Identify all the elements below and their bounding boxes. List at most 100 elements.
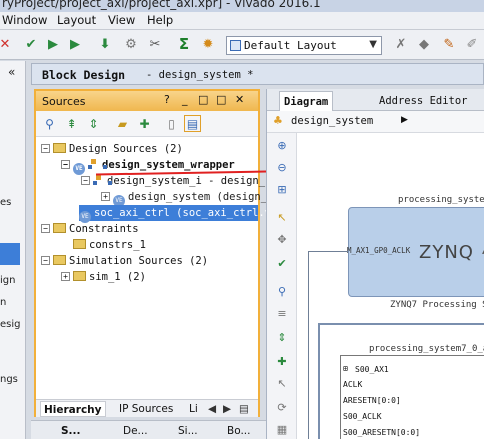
diamond-icon[interactable]: ◆ [415, 35, 433, 53]
wire [308, 251, 309, 439]
collapse-icon[interactable]: − [41, 144, 50, 153]
menu-view[interactable]: View [108, 13, 135, 27]
folder-icon [53, 223, 66, 233]
zoom-out-icon[interactable]: ⊖ [274, 159, 290, 175]
menu-help[interactable]: Help [147, 13, 173, 27]
tab-scroll-right-icon[interactable]: ▶ [220, 401, 234, 417]
maximize-icon[interactable]: □ [216, 93, 226, 106]
open-folder-icon[interactable]: ▰ [114, 115, 131, 132]
tree-item-constraints[interactable]: − Constraints [41, 221, 139, 237]
bottom-tabs: S... De... Si... Bo... [31, 420, 271, 439]
sigma-icon[interactable]: Σ [175, 35, 193, 53]
tree-item-design-sources[interactable]: − Design Sources (2) [41, 141, 183, 157]
chevron-down-icon: ▼ [369, 39, 377, 50]
layout-select[interactable]: Default Layout ▼ [226, 36, 382, 55]
tree-item-soc-axi-ctrl[interactable]: VE soc_axi_ctrl (soc_axi_ctrl.v) [79, 205, 277, 223]
restore-icon[interactable]: □ [198, 93, 208, 106]
block-design-subtitle: - design_system * [146, 69, 254, 81]
port-label: S00_ACLK [343, 412, 382, 421]
tab-ip-sources[interactable]: IP Sources [116, 401, 176, 417]
nav-selected[interactable] [0, 243, 20, 265]
collapse-icon[interactable]: − [81, 176, 90, 185]
ip-caption: ZYNQ7 Processing Sy [390, 300, 484, 310]
add-ip-icon[interactable]: ✚ [274, 353, 290, 369]
minimize-icon[interactable]: _ [182, 93, 188, 106]
tree-item-constrs[interactable]: constrs_1 [73, 237, 146, 253]
tab-signals[interactable]: Si... [178, 423, 198, 439]
tools-icon[interactable]: ✂ [146, 35, 164, 53]
tab-scroll-left-icon[interactable]: ◀ [205, 401, 219, 417]
tree-item-label: design_system_wrapper [102, 159, 235, 171]
tab-board[interactable]: Bo... [227, 423, 250, 439]
collapse-icon[interactable]: ≡ [274, 305, 290, 321]
collapse-icon[interactable]: − [61, 160, 70, 169]
port-label: ARESETN[0:0] [343, 396, 401, 405]
add-sources-icon[interactable]: ✚ [136, 115, 153, 132]
tree-item-label: Constraints [69, 223, 139, 235]
layout-icon[interactable]: ▦ [274, 421, 290, 437]
diagram-toolbar: ⊕ ⊖ ⊞ ↖ ✥ ✔ ⚲ ≡ ⇕ ✚ ↖ ⟳ ▦ [267, 133, 297, 439]
expand-all-icon[interactable]: ⇕ [274, 329, 290, 345]
block-design-header: Block Design - design_system * [31, 63, 484, 85]
pin-icon[interactable]: ✗ [392, 35, 410, 53]
menu-layout[interactable]: Layout [57, 13, 96, 27]
ip-instance-label: processing_syster [398, 195, 484, 205]
tab-address-editor[interactable]: Address Editor [375, 91, 472, 111]
zoom-in-icon[interactable]: ⊕ [274, 137, 290, 153]
close-icon[interactable]: ✕ [0, 35, 14, 53]
help-icon[interactable]: ? [164, 93, 170, 106]
tab-diagram[interactable]: Diagram [279, 91, 334, 111]
menu-window[interactable]: Window [2, 13, 47, 27]
run-icon[interactable]: ▶ [44, 35, 62, 53]
sources-tree: − Design Sources (2) − VE design_system_wra… [36, 138, 330, 398]
search-icon[interactable]: ⚲ [41, 115, 58, 132]
eraser-icon[interactable]: ✐ [463, 35, 481, 53]
nav-text: ngs [0, 374, 18, 385]
interconnect-block[interactable]: ⊞ S00_AX1 ACLK ARESETN[0:0] S00_ACLK S00… [340, 355, 484, 439]
check-icon[interactable]: ✔ [22, 35, 40, 53]
settings-icon[interactable]: ✹ [199, 35, 217, 53]
block-design-icon [93, 175, 112, 186]
port-expand-icon[interactable]: ⊞ [343, 364, 348, 373]
diagram-panel: Diagram Address Editor ♣ design_system ▶… [266, 89, 484, 439]
expand-icon[interactable]: + [61, 272, 70, 281]
search-icon[interactable]: ⚲ [274, 283, 290, 299]
cursor-icon[interactable]: ↖ [274, 375, 290, 391]
run-step-icon[interactable]: ▶ [66, 35, 84, 53]
tree-item-label: soc_axi_ctrl (soc_axi_ctrl.v) [94, 207, 278, 219]
tree-item-sim[interactable]: + sim_1 (2) [61, 269, 146, 285]
zynq-logo: ZYNQ [419, 242, 474, 263]
tab-hierarchy[interactable]: Hierarchy [40, 401, 106, 417]
document-icon[interactable]: ▯ [163, 115, 180, 132]
zynq-ip-block[interactable]: M_AX1_GP0_ACLK ZYNQ ▴ [347, 207, 484, 297]
chevron-right-icon[interactable]: ▶ [401, 115, 408, 125]
marker-icon[interactable]: ✎ [440, 35, 458, 53]
tab-design[interactable]: De... [123, 423, 148, 439]
regenerate-icon[interactable]: ⟳ [274, 399, 290, 415]
sources-toolbar: ⚲ ⇞ ⇕ ▰ ✚ ▯ ▤ [36, 111, 258, 137]
tab-libraries[interactable]: Li [186, 401, 201, 417]
tab-sources[interactable]: S... [61, 423, 81, 439]
diagram-canvas[interactable]: processing_syster M_AX1_GP0_ACLK ZYNQ ▴ … [298, 133, 484, 439]
collapse-icon[interactable]: − [41, 256, 50, 265]
expand-icon[interactable]: + [101, 192, 110, 201]
validate-icon[interactable]: ✔ [274, 255, 290, 271]
breadcrumb-item[interactable]: design_system [291, 115, 373, 127]
tree-item-simulation-sources[interactable]: − Simulation Sources (2) [41, 253, 208, 269]
tab-list-icon[interactable]: ▤ [236, 401, 252, 417]
select-icon[interactable]: ↖ [274, 209, 290, 225]
folder-icon [73, 239, 86, 249]
close-panel-icon[interactable]: ✕ [235, 93, 244, 106]
expand-all-icon[interactable]: ⇕ [85, 115, 102, 132]
zoom-fit-icon[interactable]: ⊞ [274, 181, 290, 197]
wire [308, 251, 348, 252]
collapse-all-icon[interactable]: ⇞ [63, 115, 80, 132]
pan-icon[interactable]: ✥ [274, 231, 290, 247]
properties-icon[interactable]: ▤ [184, 115, 201, 132]
download-icon[interactable]: ⬇ [96, 35, 114, 53]
collapse-icon[interactable]: « [8, 65, 15, 79]
folder-icon [73, 271, 86, 281]
collapse-icon[interactable]: − [41, 224, 50, 233]
nav-text: ign [0, 275, 16, 286]
gear-icon[interactable]: ⚙ [122, 35, 140, 53]
